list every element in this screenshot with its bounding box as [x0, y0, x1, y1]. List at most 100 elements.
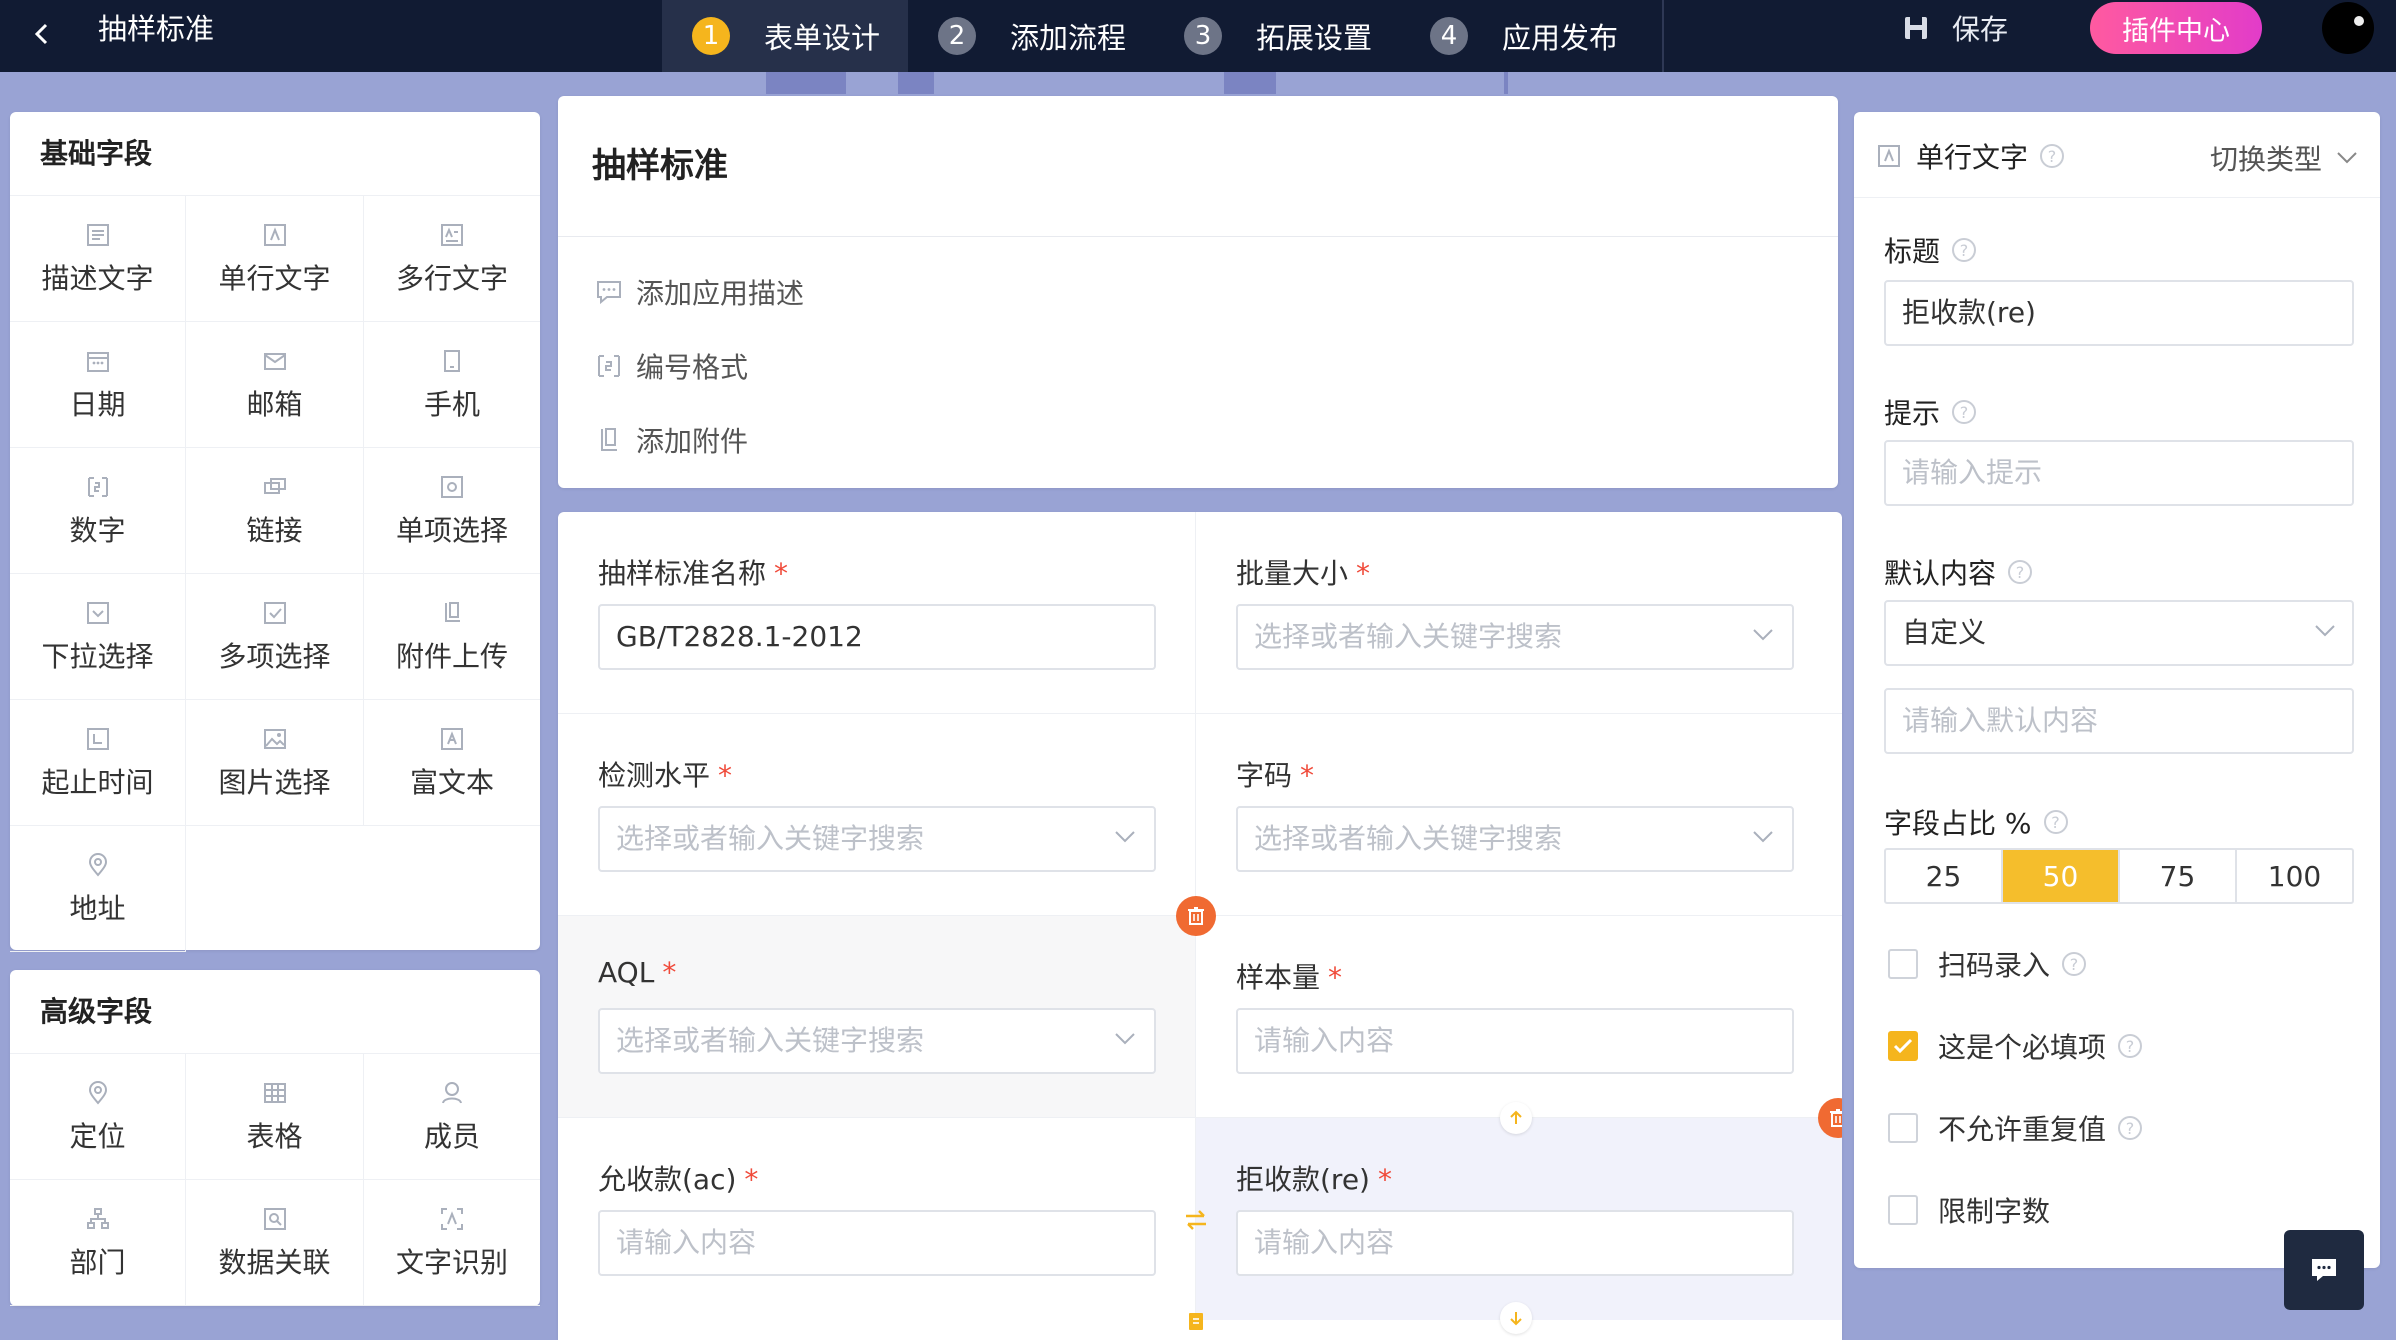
no-duplicate-checkbox[interactable]: 不允许重复值? [1888, 1108, 2143, 1148]
width-option-100[interactable]: 100 [2237, 850, 2352, 902]
reject-input[interactable]: 请输入内容 [1236, 1210, 1794, 1276]
advanced-fields-panel: 高级字段 定位 表格 成员 部门 数据关联 文字识别 [10, 970, 540, 1306]
form-title[interactable]: 抽样标准 [592, 138, 728, 187]
checkbox[interactable] [1888, 1031, 1918, 1061]
field-ocr[interactable]: 文字识别 [364, 1180, 540, 1306]
field-dropdown[interactable]: 下拉选择 [10, 574, 186, 700]
field-phone[interactable]: 手机 [364, 322, 540, 448]
copy-icon [1189, 1313, 1203, 1330]
swap-icon [1186, 1210, 1206, 1230]
field-label: 起止时间 [41, 765, 154, 799]
inspection-level-select[interactable]: 选择或者输入关键字搜索 [598, 806, 1156, 872]
add-description-link[interactable]: 添加应用描述 [594, 272, 804, 312]
field-department[interactable]: 部门 [10, 1180, 186, 1306]
form-field-aql[interactable]: AQL * 选择或者输入关键字搜索 [558, 916, 1196, 1118]
move-down-button[interactable] [1500, 1302, 1532, 1334]
form-field-sampling-name[interactable]: 抽样标准名称 * GB/T2828.1-2012 [558, 512, 1196, 714]
required-checkbox[interactable]: 这是个必填项? [1888, 1026, 2143, 1066]
default-content-input[interactable]: 请输入默认内容 [1884, 688, 2354, 754]
number-format-link[interactable]: 编号格式 [594, 346, 748, 386]
accept-input[interactable]: 请输入内容 [598, 1210, 1156, 1276]
switch-type-button[interactable]: 切换类型 [2210, 138, 2358, 178]
form-field-sample-size[interactable]: 样本量 * 请输入内容 [1196, 916, 1842, 1118]
limit-chars-checkbox[interactable]: 限制字数 [1888, 1190, 2050, 1230]
help-icon[interactable]: ? [2008, 560, 2033, 584]
scan-input-checkbox[interactable]: 扫码录入? [1888, 944, 2087, 984]
field-multi-line[interactable]: 多行文字 [364, 196, 540, 322]
field-label: 成员 [423, 1119, 480, 1153]
field-checkbox[interactable]: 多项选择 [186, 574, 364, 700]
field-link[interactable]: 链接 [186, 448, 364, 574]
field-image[interactable]: 图片选择 [186, 700, 364, 826]
form-field-reject[interactable]: 拒收款(re) * 请输入内容 [1196, 1118, 1842, 1320]
help-icon[interactable]: ? [2118, 1116, 2143, 1140]
help-icon[interactable]: ? [1952, 238, 1977, 262]
table-icon [261, 1079, 289, 1107]
form-field-accept[interactable]: 允收款(ac) * 请输入内容 [558, 1118, 1196, 1320]
form-field-batch-size[interactable]: 批量大小 * 选择或者输入关键字搜索 [1196, 512, 1842, 714]
field-data-link[interactable]: 数据关联 [186, 1180, 364, 1306]
step-publish[interactable]: 4 应用发布 [1400, 0, 1646, 72]
field-radio[interactable]: 单项选择 [364, 448, 540, 574]
avatar[interactable] [2322, 2, 2374, 54]
field-table[interactable]: 表格 [186, 1054, 364, 1180]
sample-size-input[interactable]: 请输入内容 [1236, 1008, 1794, 1074]
field-single-line[interactable]: 单行文字 [186, 196, 364, 322]
form-header-panel: 抽样标准 添加应用描述 编号格式 添加附件 [558, 96, 1838, 488]
field-number[interactable]: 数字 [10, 448, 186, 574]
checkbox-icon [261, 599, 289, 627]
save-button[interactable]: 保存 [1902, 0, 2008, 56]
back-button[interactable] [22, 14, 62, 54]
help-icon[interactable]: ? [2118, 1034, 2143, 1058]
aql-select[interactable]: 选择或者输入关键字搜索 [598, 1008, 1156, 1074]
checkbox[interactable] [1888, 949, 1918, 979]
width-option-25[interactable]: 25 [1886, 850, 2003, 902]
field-description[interactable]: 描述文字 [10, 196, 186, 322]
hint-input[interactable]: 请输入提示 [1884, 440, 2354, 506]
help-icon[interactable]: ? [2043, 810, 2068, 834]
field-title: AQL * [598, 956, 677, 989]
form-field-inspection-level[interactable]: 检测水平 * 选择或者输入关键字搜索 [558, 714, 1196, 916]
attachment-icon [438, 599, 466, 627]
code-letter-select[interactable]: 选择或者输入关键字搜索 [1236, 806, 1794, 872]
default-mode-select[interactable]: 自定义 [1884, 600, 2354, 666]
sampling-name-input[interactable]: GB/T2828.1-2012 [598, 604, 1156, 670]
field-location[interactable]: 定位 [10, 1054, 186, 1180]
move-up-button[interactable] [1500, 1102, 1532, 1134]
field-attachment[interactable]: 附件上传 [364, 574, 540, 700]
field-address[interactable]: 地址 [10, 826, 186, 952]
step-form-design[interactable]: 1 表单设计 [662, 0, 909, 72]
step-add-process[interactable]: 2 添加流程 [908, 0, 1154, 72]
help-icon[interactable]: ? [2062, 952, 2087, 976]
checkbox[interactable] [1888, 1195, 1918, 1225]
field-rich-text[interactable]: 富文本 [364, 700, 540, 826]
chevron-down-icon [1115, 1033, 1135, 1045]
title-input[interactable]: 拒收款(re) [1884, 280, 2354, 346]
add-attachment-link[interactable]: 添加附件 [594, 420, 748, 460]
form-row: 检测水平 * 选择或者输入关键字搜索 字码 * 选择或者输入关键字搜索 [558, 714, 1842, 916]
properties-header: 单行文字 ? 切换类型 [1854, 112, 2380, 198]
field-time-range[interactable]: 起止时间 [10, 700, 186, 826]
data-link-icon [261, 1205, 289, 1233]
width-option-75[interactable]: 75 [2120, 850, 2237, 902]
field-member[interactable]: 成员 [364, 1054, 540, 1180]
help-icon[interactable]: ? [2040, 144, 2065, 168]
arrow-down-icon [1510, 1312, 1522, 1326]
field-date[interactable]: 日期 [10, 322, 186, 448]
width-option-50[interactable]: 50 [2003, 850, 2120, 902]
form-field-code-letter[interactable]: 字码 * 选择或者输入关键字搜索 [1196, 714, 1842, 916]
copy-button[interactable] [1178, 1302, 1214, 1338]
plugin-center-button[interactable]: 插件中心 [2090, 2, 2262, 54]
delete-field-button[interactable] [1176, 896, 1216, 936]
step-label: 应用发布 [1502, 21, 1619, 55]
checkbox[interactable] [1888, 1113, 1918, 1143]
divider [558, 236, 1838, 237]
chat-button[interactable] [2284, 1230, 2364, 1310]
batch-size-select[interactable]: 选择或者输入关键字搜索 [1236, 604, 1794, 670]
help-icon[interactable]: ? [1952, 400, 1977, 424]
swap-button[interactable] [1178, 1202, 1214, 1238]
step-extend-settings[interactable]: 3 拓展设置 [1154, 0, 1400, 72]
multi-line-icon [438, 221, 466, 249]
field-email[interactable]: 邮箱 [186, 322, 364, 448]
field-label: 数字 [69, 513, 126, 547]
